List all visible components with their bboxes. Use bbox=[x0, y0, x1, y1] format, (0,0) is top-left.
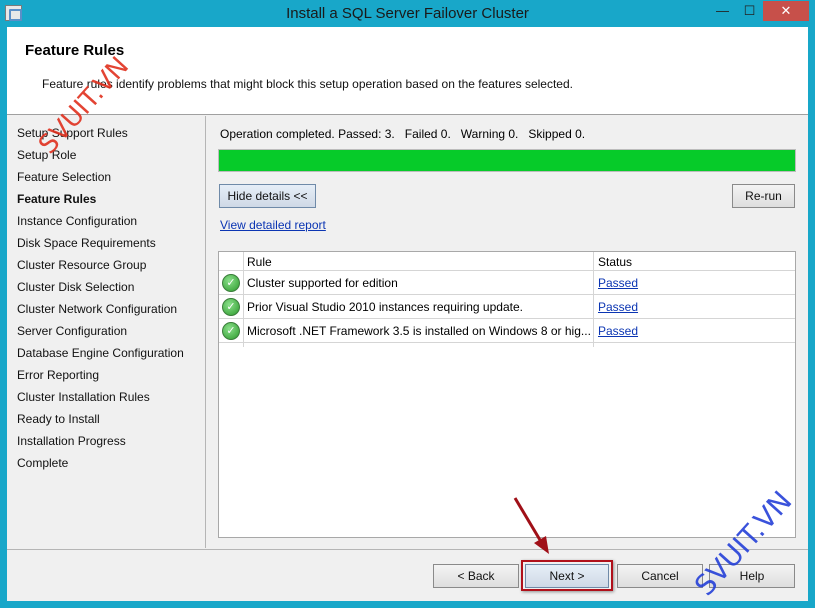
sidebar-item-server-configuration[interactable]: Server Configuration bbox=[17, 324, 127, 338]
status-passed-link[interactable]: Passed bbox=[598, 276, 638, 290]
client-area: Feature Rules Feature rules identify pro… bbox=[7, 27, 808, 601]
sidebar-item-feature-rules[interactable]: Feature Rules bbox=[17, 192, 96, 206]
sidebar-item-cluster-disk-selection[interactable]: Cluster Disk Selection bbox=[17, 280, 134, 294]
minimize-icon[interactable]: — bbox=[709, 1, 736, 21]
installer-window: Install a SQL Server Failover Cluster — … bbox=[0, 0, 815, 608]
column-header-status[interactable]: Status bbox=[598, 255, 632, 269]
sidebar-item-cluster-resource-group[interactable]: Cluster Resource Group bbox=[17, 258, 146, 272]
status-passed-link[interactable]: Passed bbox=[598, 300, 638, 314]
sidebar-item-disk-space-requirements[interactable]: Disk Space Requirements bbox=[17, 236, 156, 250]
sidebar-item-feature-selection[interactable]: Feature Selection bbox=[17, 170, 111, 184]
rerun-button[interactable]: Re-run bbox=[732, 184, 795, 208]
title-bar[interactable]: Install a SQL Server Failover Cluster — … bbox=[0, 0, 815, 27]
check-circle-icon: ✓ bbox=[222, 274, 240, 292]
sidebar-item-ready-to-install[interactable]: Ready to Install bbox=[17, 412, 100, 426]
sidebar-item-error-reporting[interactable]: Error Reporting bbox=[17, 368, 99, 382]
operation-status: Operation completed. Passed: 3. Failed 0… bbox=[220, 127, 586, 141]
sidebar-item-complete[interactable]: Complete bbox=[17, 456, 68, 470]
window-title: Install a SQL Server Failover Cluster bbox=[286, 5, 529, 22]
close-icon[interactable]: ✕ bbox=[763, 1, 809, 21]
sidebar-item-database-engine-configuration[interactable]: Database Engine Configuration bbox=[17, 346, 184, 360]
table-row[interactable]: ✓ Cluster supported for edition Passed bbox=[219, 271, 795, 295]
column-header-rule[interactable]: Rule bbox=[247, 255, 272, 269]
check-circle-icon: ✓ bbox=[222, 298, 240, 316]
hide-details-button[interactable]: Hide details << bbox=[219, 184, 316, 208]
table-header: Rule Status bbox=[219, 252, 795, 271]
next-button[interactable]: Next > bbox=[525, 564, 609, 588]
rule-name: Cluster supported for edition bbox=[247, 276, 398, 290]
back-button[interactable]: < Back bbox=[433, 564, 519, 588]
sidebar-item-cluster-installation-rules[interactable]: Cluster Installation Rules bbox=[17, 390, 150, 404]
sidebar-item-cluster-network-configuration[interactable]: Cluster Network Configuration bbox=[17, 302, 177, 316]
rule-name: Microsoft .NET Framework 3.5 is installe… bbox=[247, 324, 591, 338]
main-panel: Operation completed. Passed: 3. Failed 0… bbox=[207, 116, 808, 548]
view-report-link[interactable]: View detailed report bbox=[220, 218, 326, 232]
progress-bar bbox=[218, 149, 796, 172]
wizard-footer: < Back Next > Cancel Help bbox=[7, 549, 808, 601]
rules-table: Rule Status ✓ Cluster supported for edit… bbox=[218, 251, 796, 538]
check-circle-icon: ✓ bbox=[222, 322, 240, 340]
table-row[interactable]: ✓ Prior Visual Studio 2010 instances req… bbox=[219, 295, 795, 319]
sidebar-item-instance-configuration[interactable]: Instance Configuration bbox=[17, 214, 137, 228]
table-row[interactable]: ✓ Microsoft .NET Framework 3.5 is instal… bbox=[219, 319, 795, 343]
steps-sidebar: Setup Support Rules Setup Role Feature S… bbox=[7, 116, 206, 548]
sidebar-item-installation-progress[interactable]: Installation Progress bbox=[17, 434, 126, 448]
rule-name: Prior Visual Studio 2010 instances requi… bbox=[247, 300, 523, 314]
progress-fill bbox=[219, 150, 795, 171]
status-passed-link[interactable]: Passed bbox=[598, 324, 638, 338]
maximize-icon[interactable]: ☐ bbox=[736, 1, 763, 21]
